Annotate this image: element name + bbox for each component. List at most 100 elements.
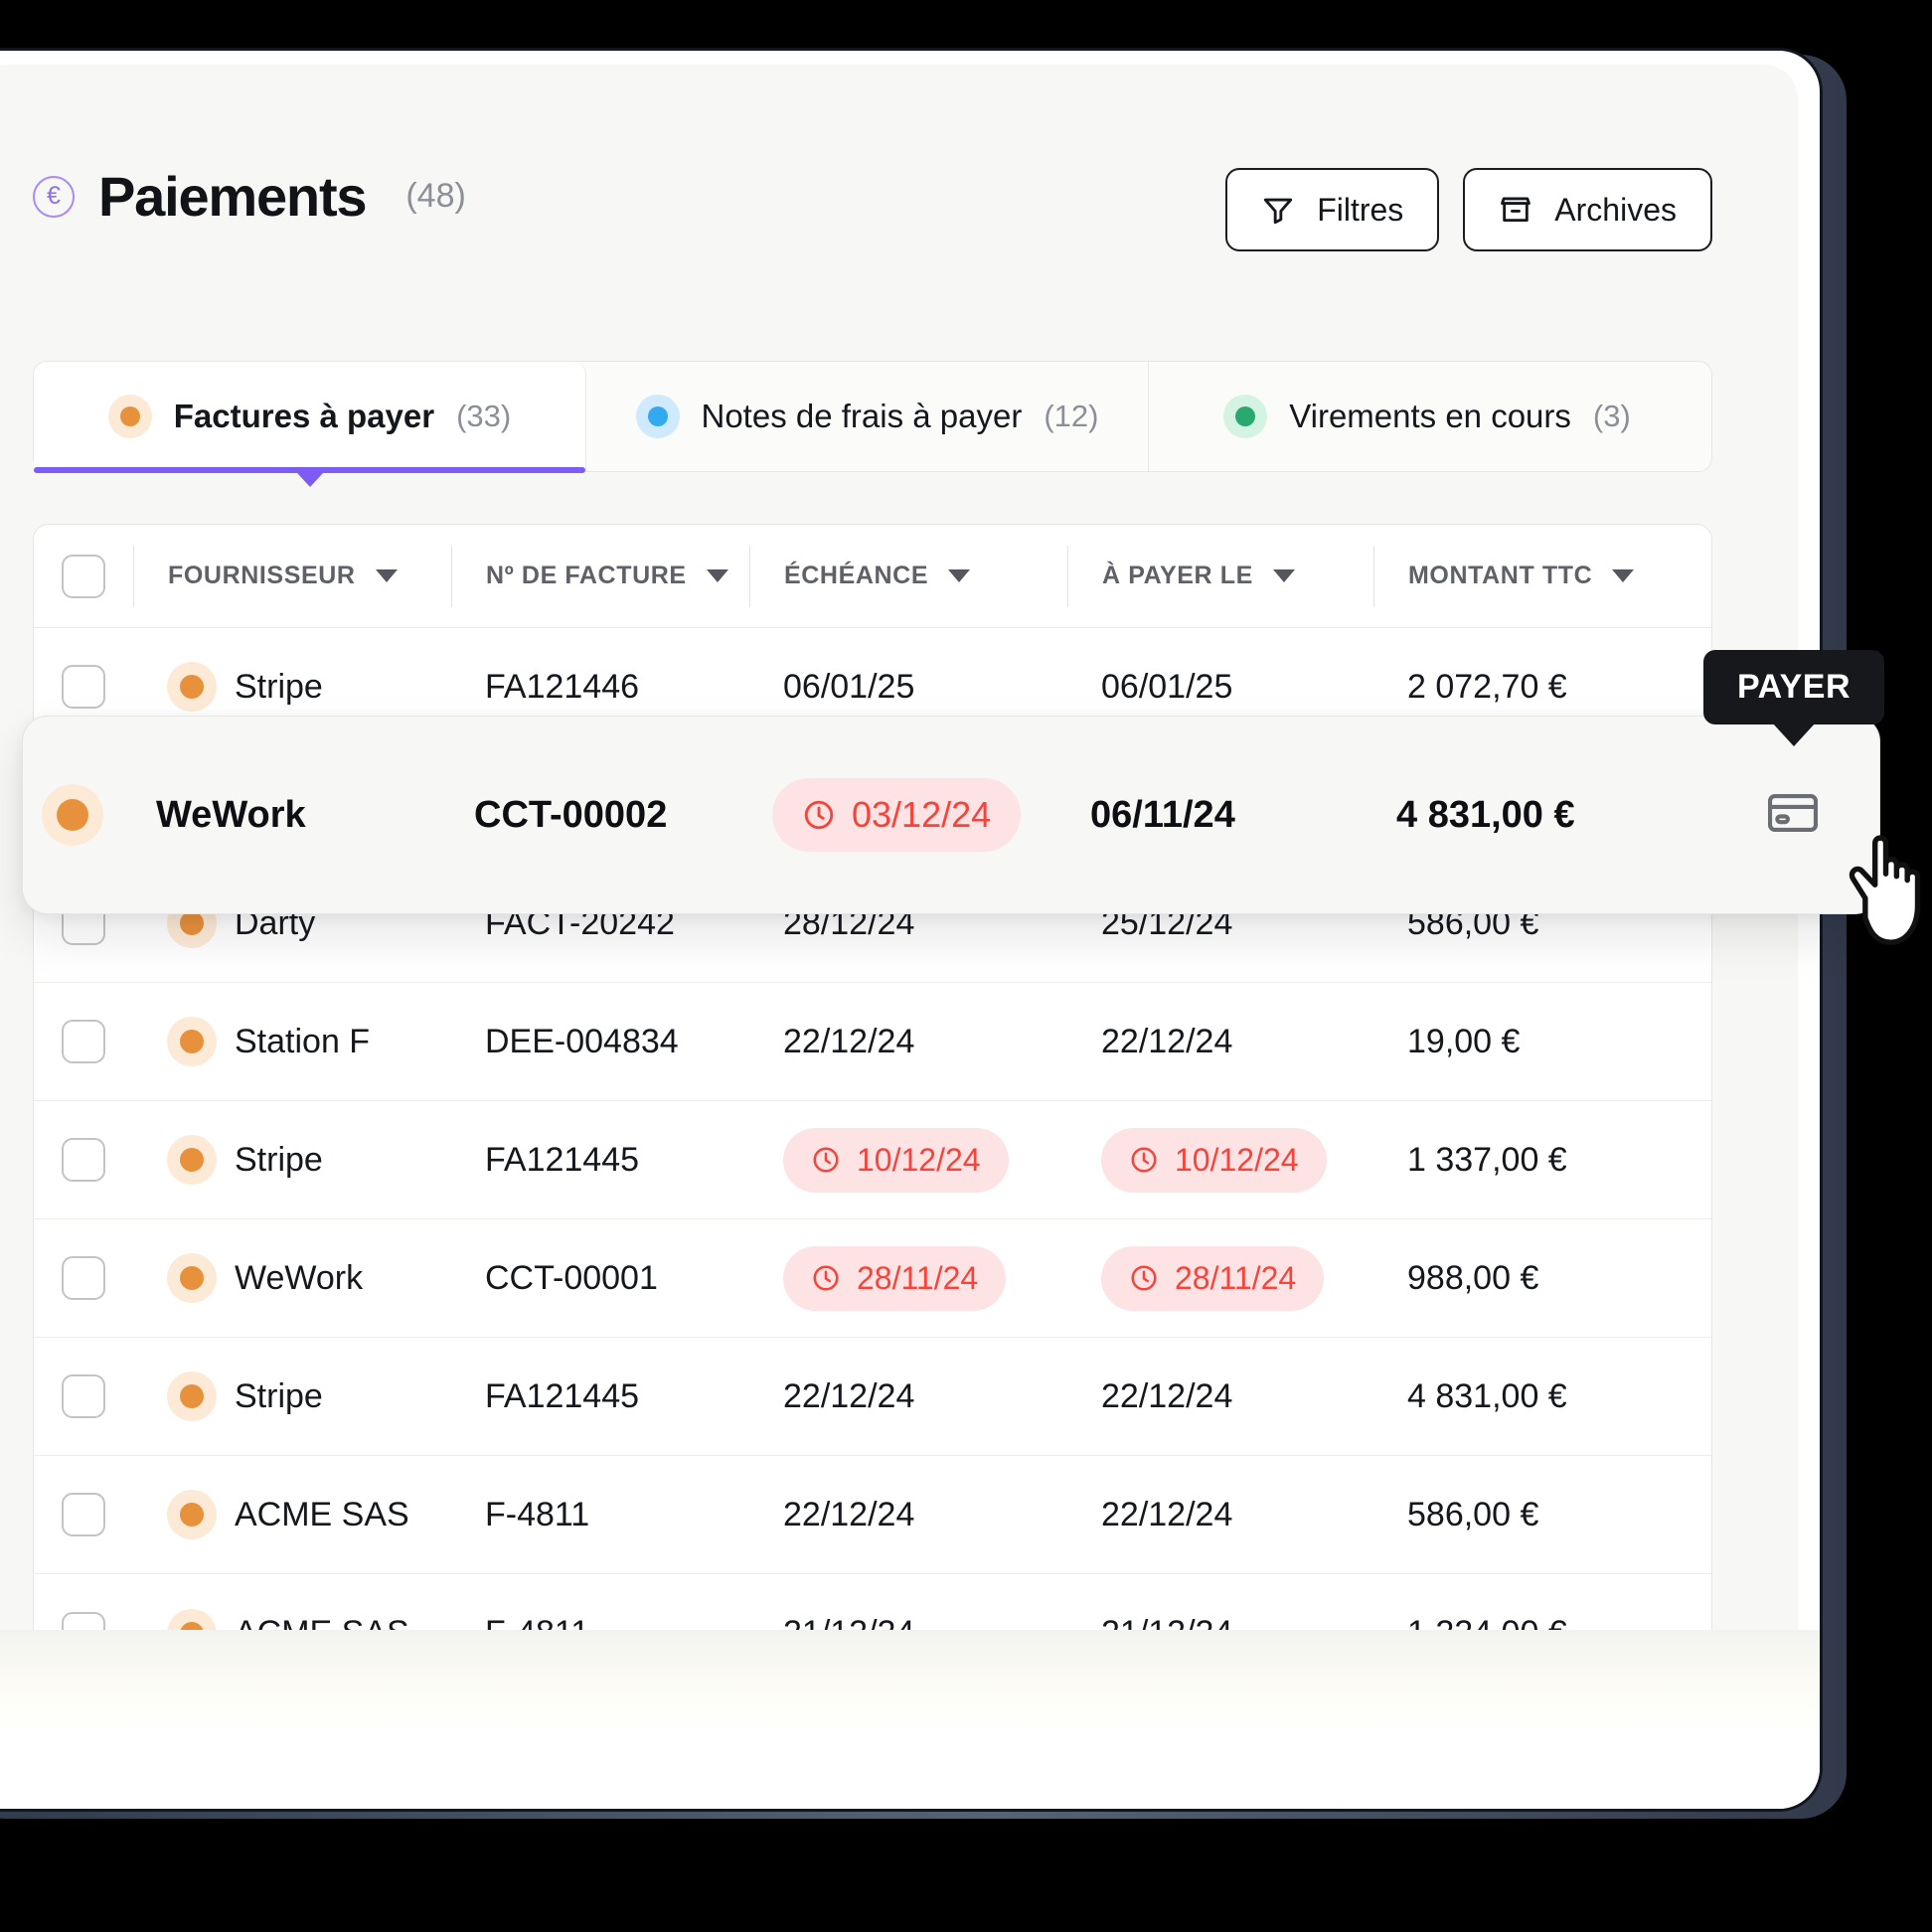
row-amount: 988,00 € [1407,1258,1539,1297]
column-header-fournisseur[interactable]: FOURNISSEUR [133,545,451,607]
status-dot-blue-icon [635,395,680,438]
row-invoice-number: DEE-004834 [485,1022,679,1060]
tab-active-caret-icon [296,473,323,487]
row-checkbox[interactable] [62,1493,105,1536]
row-invoice-number: CCT-00002 [474,793,668,836]
row-checkbox[interactable] [62,1256,105,1300]
funnel-icon [1261,193,1295,227]
status-dot-orange-icon [167,1135,217,1185]
overdue-badge-label: 10/12/24 [1175,1141,1299,1178]
status-dot-orange-icon [167,662,217,712]
device-body: € Paiements (48) Filtres Archives Factur… [0,48,1823,1812]
tab-virements-en-cours[interactable]: Virements en cours (3) [1149,362,1705,471]
screen-bottom-fade [0,1630,1820,1809]
column-header-label: Nº DE FACTURE [486,562,687,589]
row-select-cell [34,1101,133,1218]
chevron-down-icon [948,569,971,582]
euro-circle-icon: € [33,175,75,218]
tab-factures-a-payer[interactable]: Factures à payer (33) [34,362,586,487]
page-count: (48) [405,177,466,215]
row-supplier: Station F [235,1022,371,1060]
overdue-badge: 28/11/24 [1101,1245,1325,1311]
row-pay-on-date: 10/12/24 [1067,1101,1373,1218]
archives-button[interactable]: Archives [1463,168,1712,251]
tab-notes-de-frais-a-payer[interactable]: Notes de frais à payer (12) [586,362,1149,471]
overdue-badge: 10/12/24 [1101,1127,1327,1193]
column-header-label: MONTANT TTC [1408,562,1593,589]
status-dot-orange-icon [107,395,152,438]
chevron-down-icon [1272,569,1295,582]
filters-button[interactable]: Filtres [1225,168,1440,251]
overdue-badge-label: 03/12/24 [852,794,992,835]
row-supplier: ACME SAS [235,1495,409,1533]
row-supplier-cell: Stripe [133,1338,451,1455]
row-invoice-number: F-4811 [485,1495,590,1533]
column-header-numero-facture[interactable]: Nº DE FACTURE [451,545,749,607]
row-supplier-cell: WeWork [133,1219,451,1337]
credit-card-icon[interactable] [1764,784,1822,847]
row-checkbox[interactable] [62,665,105,709]
row-invoice-number: CCT-00001 [485,1258,658,1297]
tab-label: Factures à payer [173,398,435,434]
row-checkbox[interactable] [62,1374,105,1418]
clock-icon [1129,1145,1159,1175]
row-due-date: 22/12/24 [783,1495,915,1533]
clock-icon [811,1145,841,1175]
chevron-down-icon [706,569,728,582]
row-checkbox[interactable] [62,1020,105,1063]
payer-tooltip: PAYER [1703,650,1884,724]
payer-tooltip-label: PAYER [1737,668,1851,706]
tab-count: (3) [1592,399,1631,433]
column-header-echeance[interactable]: ÉCHÉANCE [749,545,1067,607]
table-row[interactable]: Station F DEE-004834 22/12/24 22/12/24 19,00… [34,983,1711,1101]
page-title: Paiements [98,165,368,228]
row-select-cell [34,983,133,1100]
row-supplier-cell: Station F [133,983,451,1100]
table-row[interactable]: Stripe FA121445 22/12/24 22/12/24 4 831,00 € [34,1338,1711,1456]
row-amount: 586,00 € [1407,1495,1539,1533]
row-amount: 4 831,00 € [1407,1376,1567,1415]
status-dot-orange-icon [167,1490,217,1539]
row-select-cell [34,1456,133,1573]
pointing-hand-cursor [1833,825,1932,957]
row-due-date: 28/11/24 [749,1219,1067,1337]
tab-count: (33) [456,399,512,433]
row-supplier: Stripe [235,667,323,706]
row-checkbox[interactable] [62,1138,105,1182]
overdue-badge-label: 28/11/24 [857,1259,979,1296]
column-header-montant-ttc[interactable]: MONTANT TTC [1373,545,1711,607]
screenshot-stage: € Paiements (48) Filtres Archives Factur… [0,0,1932,1932]
row-pay-on-date: 22/12/24 [1101,1022,1233,1060]
row-invoice-number: FA121445 [485,1376,640,1415]
header-actions: Filtres Archives [1225,168,1712,251]
status-dot-orange-icon [42,784,103,846]
column-header-label: FOURNISSEUR [168,562,356,589]
column-header-a-payer-le[interactable]: À PAYER LE [1067,545,1373,607]
row-due-date: 22/12/24 [783,1376,915,1415]
row-dot-cell [23,717,122,913]
table-row[interactable]: Stripe FA121445 10/12/24 10/12/24 1 337,00 € [34,1101,1711,1219]
table-row[interactable]: ACME SAS F-4811 22/12/24 22/12/24 586,00 € [34,1456,1711,1574]
select-all-checkbox[interactable] [62,554,105,598]
row-due-date: 10/12/24 [749,1101,1067,1218]
row-supplier: WeWork [235,1258,364,1297]
column-header-label: ÉCHÉANCE [784,562,929,589]
row-supplier: Stripe [235,1376,323,1415]
tab-label: Notes de frais à payer [701,398,1023,434]
row-pay-on-date: 22/12/24 [1101,1495,1233,1533]
row-invoice-number: FA121445 [485,1140,640,1179]
chevron-down-icon [375,569,398,582]
table-row[interactable]: WeWork CCT-00001 28/11/24 28/11/24 988,00 € [34,1219,1711,1338]
row-supplier-cell: Stripe [133,1101,451,1218]
row-pay-on-date: 06/11/24 [1090,793,1235,836]
tab-count: (12) [1044,399,1099,433]
overdue-badge: 10/12/24 [783,1127,1009,1193]
page-header: € Paiements (48) Filtres Archives [33,164,1712,273]
row-select-cell [34,1219,133,1337]
row-pay-on-date: 22/12/24 [1101,1376,1233,1415]
archive-box-icon [1499,193,1532,227]
highlighted-payment-row[interactable]: WeWork CCT-00002 03/12/24 06/11/24 4 831… [22,716,1880,914]
clock-icon [802,798,836,832]
status-dot-orange-icon [167,1371,217,1421]
overdue-badge-label: 10/12/24 [857,1141,981,1178]
